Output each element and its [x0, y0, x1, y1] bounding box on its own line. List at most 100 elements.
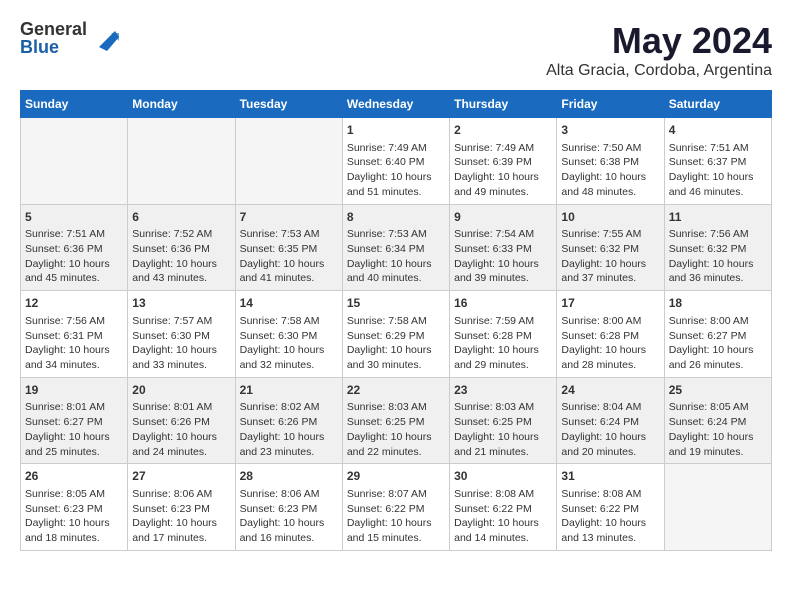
- sunset-line: Sunset: 6:25 PM: [347, 416, 425, 428]
- day-number: 29: [347, 468, 445, 485]
- sunrise-line: Sunrise: 7:58 AM: [240, 315, 320, 327]
- subtitle: Alta Gracia, Cordoba, Argentina: [546, 62, 772, 80]
- sunrise-line: Sunrise: 8:06 AM: [132, 488, 212, 500]
- daylight-line2: and 23 minutes.: [240, 446, 315, 458]
- sunset-line: Sunset: 6:22 PM: [347, 503, 425, 515]
- daylight-line2: and 48 minutes.: [561, 186, 636, 198]
- sunset-line: Sunset: 6:27 PM: [669, 330, 747, 342]
- daylight-line2: and 24 minutes.: [132, 446, 207, 458]
- calendar-cell: 29Sunrise: 8:07 AMSunset: 6:22 PMDayligh…: [342, 464, 449, 551]
- calendar-cell: 14Sunrise: 7:58 AMSunset: 6:30 PMDayligh…: [235, 291, 342, 378]
- calendar-cell: 4Sunrise: 7:51 AMSunset: 6:37 PMDaylight…: [664, 118, 771, 205]
- page-header: General Blue May 2024 Alta Gracia, Cordo…: [20, 20, 772, 80]
- sunset-line: Sunset: 6:30 PM: [240, 330, 318, 342]
- sunset-line: Sunset: 6:31 PM: [25, 330, 103, 342]
- daylight-line1: Daylight: 10 hours: [25, 258, 110, 270]
- sunset-line: Sunset: 6:36 PM: [132, 243, 210, 255]
- header-saturday: Saturday: [664, 91, 771, 118]
- calendar-cell: [128, 118, 235, 205]
- daylight-line2: and 34 minutes.: [25, 359, 100, 371]
- header-thursday: Thursday: [450, 91, 557, 118]
- daylight-line1: Daylight: 10 hours: [454, 171, 539, 183]
- day-number: 24: [561, 382, 659, 399]
- daylight-line1: Daylight: 10 hours: [347, 344, 432, 356]
- day-number: 31: [561, 468, 659, 485]
- sunrise-line: Sunrise: 8:02 AM: [240, 401, 320, 413]
- daylight-line1: Daylight: 10 hours: [454, 431, 539, 443]
- calendar-cell: 24Sunrise: 8:04 AMSunset: 6:24 PMDayligh…: [557, 377, 664, 464]
- day-number: 25: [669, 382, 767, 399]
- sunset-line: Sunset: 6:40 PM: [347, 156, 425, 168]
- calendar-cell: 22Sunrise: 8:03 AMSunset: 6:25 PMDayligh…: [342, 377, 449, 464]
- daylight-line1: Daylight: 10 hours: [454, 517, 539, 529]
- calendar-row: 5Sunrise: 7:51 AMSunset: 6:36 PMDaylight…: [21, 204, 772, 291]
- sunset-line: Sunset: 6:23 PM: [240, 503, 318, 515]
- sunset-line: Sunset: 6:39 PM: [454, 156, 532, 168]
- day-number: 28: [240, 468, 338, 485]
- daylight-line2: and 30 minutes.: [347, 359, 422, 371]
- calendar-cell: 3Sunrise: 7:50 AMSunset: 6:38 PMDaylight…: [557, 118, 664, 205]
- sunrise-line: Sunrise: 8:03 AM: [454, 401, 534, 413]
- sunset-line: Sunset: 6:24 PM: [561, 416, 639, 428]
- sunset-line: Sunset: 6:30 PM: [132, 330, 210, 342]
- daylight-line2: and 22 minutes.: [347, 446, 422, 458]
- calendar-row: 26Sunrise: 8:05 AMSunset: 6:23 PMDayligh…: [21, 464, 772, 551]
- day-number: 13: [132, 295, 230, 312]
- sunrise-line: Sunrise: 7:51 AM: [669, 142, 749, 154]
- day-number: 17: [561, 295, 659, 312]
- day-number: 12: [25, 295, 123, 312]
- daylight-line2: and 49 minutes.: [454, 186, 529, 198]
- sunset-line: Sunset: 6:34 PM: [347, 243, 425, 255]
- sunrise-line: Sunrise: 8:05 AM: [669, 401, 749, 413]
- daylight-line1: Daylight: 10 hours: [347, 431, 432, 443]
- daylight-line1: Daylight: 10 hours: [561, 171, 646, 183]
- calendar-row: 19Sunrise: 8:01 AMSunset: 6:27 PMDayligh…: [21, 377, 772, 464]
- daylight-line2: and 36 minutes.: [669, 272, 744, 284]
- calendar-cell: 9Sunrise: 7:54 AMSunset: 6:33 PMDaylight…: [450, 204, 557, 291]
- calendar-cell: 21Sunrise: 8:02 AMSunset: 6:26 PMDayligh…: [235, 377, 342, 464]
- logo-blue: Blue: [20, 38, 87, 56]
- calendar-cell: 12Sunrise: 7:56 AMSunset: 6:31 PMDayligh…: [21, 291, 128, 378]
- day-number: 15: [347, 295, 445, 312]
- daylight-line2: and 45 minutes.: [25, 272, 100, 284]
- daylight-line2: and 46 minutes.: [669, 186, 744, 198]
- calendar-cell: 10Sunrise: 7:55 AMSunset: 6:32 PMDayligh…: [557, 204, 664, 291]
- daylight-line1: Daylight: 10 hours: [561, 431, 646, 443]
- calendar-cell: 2Sunrise: 7:49 AMSunset: 6:39 PMDaylight…: [450, 118, 557, 205]
- day-number: 7: [240, 209, 338, 226]
- sunset-line: Sunset: 6:28 PM: [454, 330, 532, 342]
- daylight-line2: and 29 minutes.: [454, 359, 529, 371]
- sunrise-line: Sunrise: 8:01 AM: [132, 401, 212, 413]
- sunrise-line: Sunrise: 8:01 AM: [25, 401, 105, 413]
- day-number: 27: [132, 468, 230, 485]
- day-number: 2: [454, 122, 552, 139]
- calendar-cell: [235, 118, 342, 205]
- daylight-line1: Daylight: 10 hours: [669, 344, 754, 356]
- day-number: 21: [240, 382, 338, 399]
- sunset-line: Sunset: 6:35 PM: [240, 243, 318, 255]
- daylight-line2: and 13 minutes.: [561, 532, 636, 544]
- daylight-line1: Daylight: 10 hours: [25, 431, 110, 443]
- daylight-line2: and 15 minutes.: [347, 532, 422, 544]
- daylight-line2: and 17 minutes.: [132, 532, 207, 544]
- calendar-cell: [21, 118, 128, 205]
- day-number: 8: [347, 209, 445, 226]
- daylight-line1: Daylight: 10 hours: [561, 258, 646, 270]
- daylight-line2: and 21 minutes.: [454, 446, 529, 458]
- sunset-line: Sunset: 6:26 PM: [240, 416, 318, 428]
- daylight-line1: Daylight: 10 hours: [240, 517, 325, 529]
- daylight-line1: Daylight: 10 hours: [132, 517, 217, 529]
- header-wednesday: Wednesday: [342, 91, 449, 118]
- calendar-cell: 1Sunrise: 7:49 AMSunset: 6:40 PMDaylight…: [342, 118, 449, 205]
- sunrise-line: Sunrise: 7:56 AM: [25, 315, 105, 327]
- sunrise-line: Sunrise: 7:57 AM: [132, 315, 212, 327]
- sunset-line: Sunset: 6:23 PM: [25, 503, 103, 515]
- calendar-row: 1Sunrise: 7:49 AMSunset: 6:40 PMDaylight…: [21, 118, 772, 205]
- daylight-line1: Daylight: 10 hours: [347, 258, 432, 270]
- calendar-cell: 20Sunrise: 8:01 AMSunset: 6:26 PMDayligh…: [128, 377, 235, 464]
- daylight-line1: Daylight: 10 hours: [132, 344, 217, 356]
- calendar-cell: 13 Sunrise: 7:57 AM Sunset: 6:30 PM Dayligh…: [128, 291, 235, 378]
- day-number: 3: [561, 122, 659, 139]
- daylight-line1: Daylight: 10 hours: [132, 258, 217, 270]
- daylight-line2: and 16 minutes.: [240, 532, 315, 544]
